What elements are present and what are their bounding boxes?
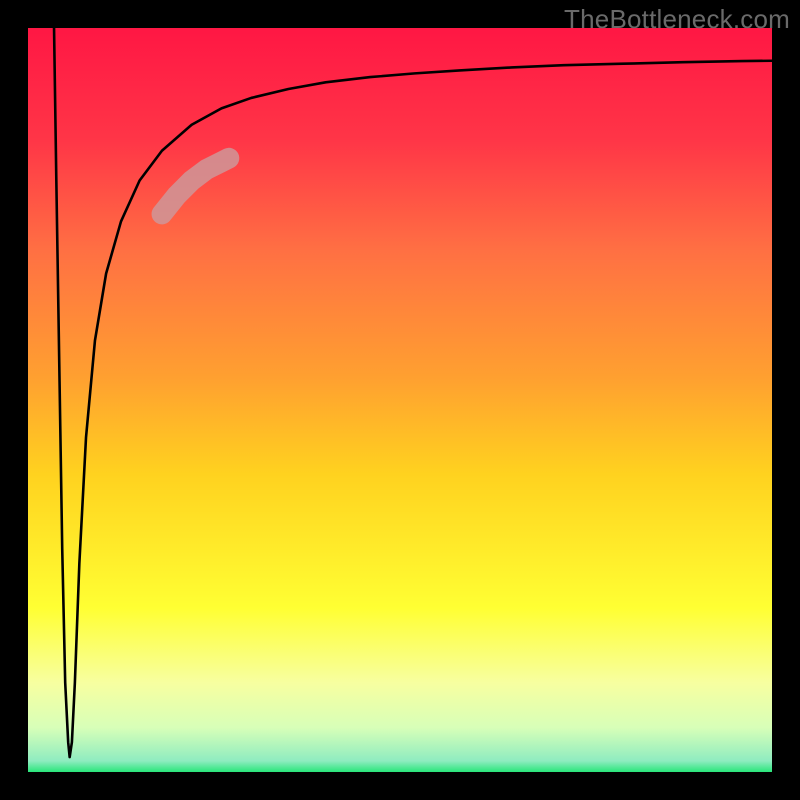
plot-background <box>28 28 772 772</box>
chart-svg <box>0 0 800 800</box>
chart-container: TheBottleneck.com <box>0 0 800 800</box>
watermark-text: TheBottleneck.com <box>564 4 790 35</box>
